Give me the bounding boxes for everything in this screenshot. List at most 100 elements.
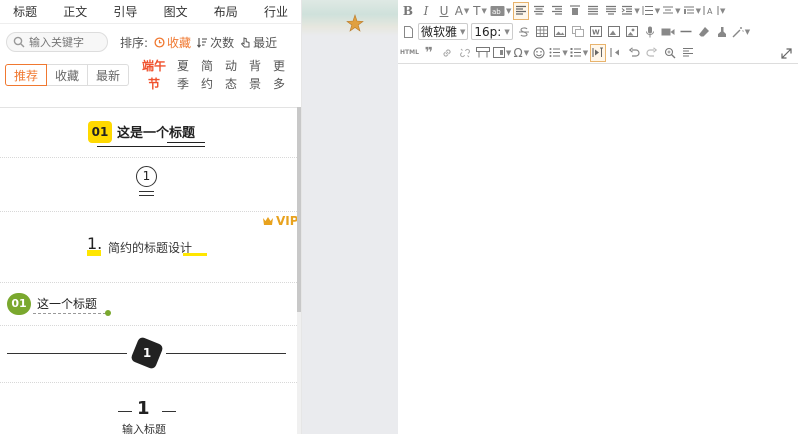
tab-more[interactable]: 更多 bbox=[273, 57, 287, 93]
italic-button[interactable]: I bbox=[418, 2, 434, 20]
background-color-button[interactable]: ab ▼ bbox=[490, 2, 511, 20]
list-item[interactable]: 01 这一个标题 bbox=[0, 283, 297, 326]
tab-background[interactable]: 背景 bbox=[249, 57, 263, 93]
ltr-button[interactable] bbox=[590, 43, 607, 62]
font-size-select[interactable]: 16p: ▼ bbox=[471, 23, 513, 40]
unordered-list-button[interactable]: ▼ bbox=[570, 44, 588, 62]
insert-frame-button[interactable] bbox=[475, 44, 491, 62]
align-top-button[interactable] bbox=[567, 2, 583, 20]
undo-button[interactable] bbox=[626, 44, 642, 62]
horizontal-rule-button[interactable] bbox=[678, 23, 694, 41]
vip-badge: VIP bbox=[262, 214, 297, 228]
align-top-icon bbox=[570, 5, 581, 15]
justify-button[interactable] bbox=[585, 2, 601, 20]
video-button[interactable] bbox=[660, 23, 676, 41]
underline bbox=[139, 191, 154, 192]
redo-button[interactable] bbox=[644, 44, 660, 62]
rtl-button[interactable] bbox=[608, 44, 624, 62]
list-spacing-button[interactable]: ▼ bbox=[683, 2, 701, 20]
list-item[interactable]: 1 bbox=[0, 158, 297, 212]
divider-line bbox=[7, 353, 127, 354]
magic-button[interactable]: ▼ bbox=[732, 23, 750, 41]
sort-count[interactable]: 次数 bbox=[197, 34, 234, 51]
new-document-button[interactable] bbox=[400, 23, 416, 41]
fullscreen-icon[interactable] bbox=[781, 48, 792, 59]
sort-recent-label: 最近 bbox=[253, 35, 278, 50]
distribute-button[interactable] bbox=[603, 2, 619, 20]
rich-text-editor: B I U A ▼ T ▼ ab ▼ ▼ ▼ ▼ ▼ A ▼ 微软雅 ▼ 16p… bbox=[398, 0, 798, 434]
font-color-button[interactable]: A ▼ bbox=[454, 2, 470, 20]
emoji-button[interactable] bbox=[531, 44, 547, 62]
sort-label: 排序: bbox=[120, 35, 149, 50]
paint-bucket-icon bbox=[717, 26, 726, 37]
toolbar-row-2: 微软雅 ▼ 16p: ▼ W ▼ bbox=[400, 21, 796, 42]
font-family-select[interactable]: 微软雅 ▼ bbox=[418, 23, 469, 40]
table-button[interactable] bbox=[534, 23, 550, 41]
align-center-button[interactable] bbox=[531, 2, 547, 20]
highlight-bar bbox=[183, 253, 207, 256]
align-left-button[interactable] bbox=[513, 1, 530, 20]
search-input[interactable] bbox=[29, 35, 107, 49]
link-button[interactable] bbox=[439, 44, 455, 62]
chevron-down-icon: ▼ bbox=[634, 6, 640, 15]
number-badge: 01 bbox=[88, 121, 112, 143]
eraser-icon bbox=[698, 26, 709, 36]
tab-layout[interactable]: 布局 bbox=[201, 3, 251, 20]
search-box bbox=[6, 32, 108, 52]
word-import-button[interactable]: W bbox=[588, 23, 604, 41]
tab-body[interactable]: 正文 bbox=[50, 3, 100, 20]
list-item[interactable]: 01 这是一个标题 bbox=[0, 108, 297, 158]
sort-recent[interactable]: 最近 bbox=[240, 34, 277, 51]
filter-latest[interactable]: 最新 bbox=[87, 64, 130, 86]
align-right-button[interactable] bbox=[549, 2, 565, 20]
app-window: 标题 正文 引导 图文 布局 行业 排序: 收藏 bbox=[0, 0, 798, 434]
strikethrough-button[interactable] bbox=[516, 23, 532, 41]
festival-tab[interactable]: 端午节 bbox=[141, 57, 167, 93]
screenshot-button[interactable] bbox=[624, 23, 640, 41]
text-direction-rtl-icon bbox=[610, 48, 620, 57]
line-height-button[interactable]: ▼ bbox=[642, 2, 660, 20]
tab-animated[interactable]: 动态 bbox=[225, 57, 239, 93]
list-item[interactable]: 1 bbox=[0, 326, 297, 383]
picture-button[interactable] bbox=[606, 23, 622, 41]
letter-spacing-button[interactable]: A ▼ bbox=[703, 2, 725, 20]
indent-button[interactable]: ▼ bbox=[621, 2, 640, 20]
list-item[interactable]: VIP 1. 简约的标题设计 bbox=[0, 212, 297, 283]
tab-industry[interactable]: 行业 bbox=[251, 3, 301, 20]
unlink-button[interactable] bbox=[457, 44, 473, 62]
item-number: 1 bbox=[142, 346, 152, 360]
clear-format-button[interactable] bbox=[696, 23, 712, 41]
justify-icon bbox=[588, 5, 599, 15]
filter-recommend[interactable]: 推荐 bbox=[5, 64, 48, 86]
tab-guide[interactable]: 引导 bbox=[100, 3, 150, 20]
sort-favorites[interactable]: 收藏 bbox=[154, 34, 191, 51]
filter-favorites[interactable]: 收藏 bbox=[46, 64, 89, 86]
quote-button[interactable]: ❞ bbox=[421, 44, 437, 62]
underline-button[interactable]: U bbox=[436, 2, 452, 20]
pointer-icon bbox=[240, 36, 250, 47]
ordered-list-button[interactable]: ▼ bbox=[549, 44, 568, 62]
bold-button[interactable]: B bbox=[400, 2, 416, 20]
tab-title[interactable]: 标题 bbox=[0, 3, 50, 20]
tab-simple[interactable]: 简约 bbox=[201, 57, 215, 93]
insert-code-button[interactable]: ▼ bbox=[492, 44, 511, 62]
tab-summer[interactable]: 夏季 bbox=[177, 57, 191, 93]
template-button[interactable] bbox=[680, 44, 696, 62]
editor-content-area[interactable] bbox=[398, 65, 798, 434]
video-icon bbox=[661, 28, 675, 35]
multi-image-button[interactable] bbox=[570, 23, 586, 41]
tab-image-text[interactable]: 图文 bbox=[151, 3, 201, 20]
html-source-button[interactable]: HTML bbox=[400, 44, 419, 62]
unlink-icon bbox=[460, 48, 470, 57]
paragraph-spacing-button[interactable]: ▼ bbox=[662, 2, 681, 20]
audio-button[interactable] bbox=[642, 23, 658, 41]
smiley-icon bbox=[533, 47, 545, 58]
text-style-button[interactable]: T ▼ bbox=[472, 2, 488, 20]
link-icon bbox=[443, 48, 451, 57]
image-button[interactable] bbox=[552, 23, 568, 41]
material-panel: 标题 正文 引导 图文 布局 行业 排序: 收藏 bbox=[0, 0, 302, 434]
list-item[interactable]: 1 输入标题 bbox=[0, 383, 297, 434]
search-replace-button[interactable] bbox=[662, 44, 678, 62]
format-painter-button[interactable] bbox=[714, 23, 730, 41]
special-char-button[interactable]: Ω ▼ bbox=[513, 44, 530, 62]
